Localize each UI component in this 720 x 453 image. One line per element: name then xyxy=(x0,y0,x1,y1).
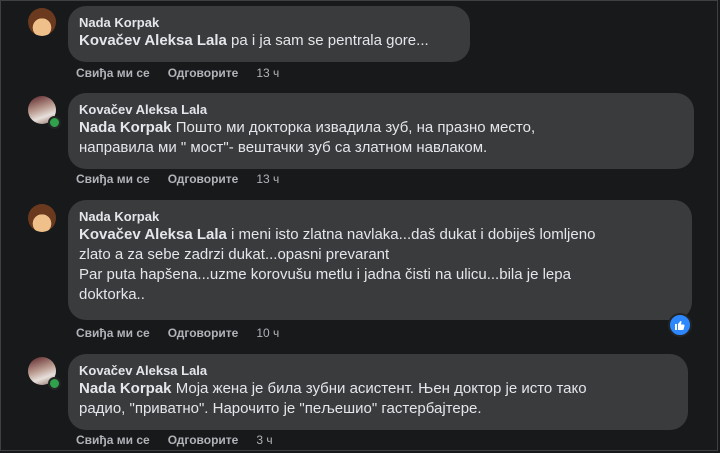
avatar[interactable] xyxy=(28,204,56,232)
like-button[interactable]: Свиђа ми се xyxy=(76,172,150,186)
mention-link[interactable]: Nada Korpak xyxy=(79,119,172,136)
comment-actions: Свиђа ми се Одговорите 10 ч xyxy=(76,326,279,340)
comment-text: Nada Korpak Моја жена је била зубни асис… xyxy=(79,379,676,399)
reply-button[interactable]: Одговорите xyxy=(168,66,239,80)
comment-bubble: Nada Korpak Kovačev Aleksa Lala i meni i… xyxy=(68,200,692,320)
mention-link[interactable]: Kovačev Aleksa Lala xyxy=(79,32,227,49)
comment-author[interactable]: Nada Korpak xyxy=(79,208,680,225)
comment-line: Пошто ми докторка извадила зуб, на празн… xyxy=(171,119,536,136)
comment-line: ра і ја sam se pentrala gore... xyxy=(226,32,429,49)
like-icon xyxy=(675,321,685,330)
comment-line: doktorka.. xyxy=(79,286,145,303)
comment-actions: Свиђа ми се Одговорите 13 ч xyxy=(76,172,279,186)
comment-line: направила ми " мост"- вештачки зуб са зл… xyxy=(79,139,488,156)
comment-bubble: Kovačev Aleksa Lala Nada Korpak Пошто ми… xyxy=(68,93,694,169)
comment-actions: Свиђа ми се Одговорите 3 ч xyxy=(76,433,273,447)
like-button[interactable]: Свиђа ми се xyxy=(76,433,150,447)
mention-link[interactable]: Nada Korpak xyxy=(79,380,172,397)
reply-button[interactable]: Одговорите xyxy=(168,172,239,186)
reaction-badge[interactable] xyxy=(668,313,692,337)
comment-line: zlato a za sebe zadrzi dukat...opasni pr… xyxy=(79,246,390,263)
comment-bubble: Kovačev Aleksa Lala Nada Korpak Моја жен… xyxy=(68,354,688,430)
comment-line: радио, "приватно". Нарочито је "пељешио"… xyxy=(79,400,482,417)
comment-text: Nada Korpak Пошто ми докторка извадила з… xyxy=(79,118,682,138)
comment-actions: Свиђа ми се Одговорите 13 ч xyxy=(76,66,279,80)
comment-line: Моја жена је била зубни асистент. Њен до… xyxy=(171,380,587,397)
comment-author[interactable]: Kovačev Aleksa Lala xyxy=(79,362,676,379)
comment-author[interactable]: Nada Korpak xyxy=(79,14,458,31)
comment-timestamp[interactable]: 13 ч xyxy=(256,66,279,80)
comment-timestamp[interactable]: 3 ч xyxy=(256,433,272,447)
reply-button[interactable]: Одговорите xyxy=(168,433,239,447)
reply-button[interactable]: Одговорите xyxy=(168,326,239,340)
mention-link[interactable]: Kovačev Aleksa Lala xyxy=(79,226,227,243)
avatar[interactable] xyxy=(28,8,56,36)
comment-text: Kovačev Aleksa Lala ра і ја sam se pentr… xyxy=(79,31,458,51)
like-button[interactable]: Свиђа ми се xyxy=(76,326,150,340)
comment-author[interactable]: Kovačev Aleksa Lala xyxy=(79,101,682,118)
comment-line: i meni isto zlatna navlaka...daš dukat i… xyxy=(226,226,596,243)
comment-line: Par puta hapšena...uzme korovušu metlu i… xyxy=(79,266,571,283)
comment-text: Kovačev Aleksa Lala i meni isto zlatna n… xyxy=(79,225,680,245)
online-status-icon xyxy=(48,116,61,129)
comment-timestamp[interactable]: 10 ч xyxy=(256,326,279,340)
online-status-icon xyxy=(48,377,61,390)
comment-timestamp[interactable]: 13 ч xyxy=(256,172,279,186)
like-button[interactable]: Свиђа ми се xyxy=(76,66,150,80)
comment-bubble: Nada Korpak Kovačev Aleksa Lala ра і ја … xyxy=(68,6,470,62)
